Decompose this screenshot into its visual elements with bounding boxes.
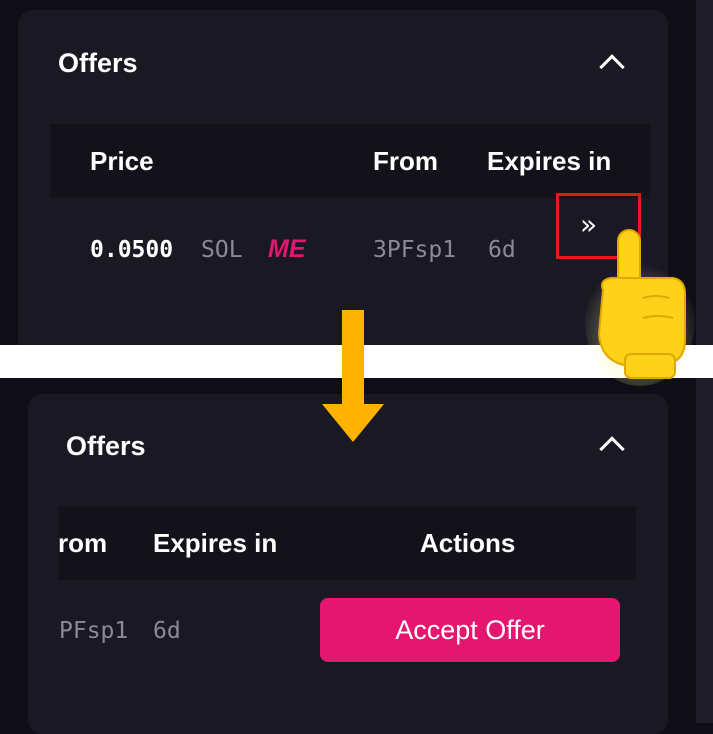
magic-eden-logo-icon: ME xyxy=(268,235,306,263)
offer-currency: SOL xyxy=(201,237,243,263)
col-price[interactable]: Price xyxy=(90,146,154,177)
col-from[interactable]: From xyxy=(373,146,438,177)
col-actions: Actions xyxy=(420,528,516,558)
offer-from[interactable]: PFsp1 xyxy=(59,618,128,644)
offer-expires: 6d xyxy=(153,618,181,644)
offers-title: Offers xyxy=(66,431,146,461)
chevron-up-icon[interactable] xyxy=(599,54,625,80)
col-from[interactable]: rom xyxy=(58,528,107,559)
offers-panel-expanded: Offers rom Expires in Actions PFsp1 6d xyxy=(28,394,668,734)
offer-expires: 6d xyxy=(488,237,516,263)
offer-price: 0.0500 xyxy=(90,237,174,263)
down-arrow-icon xyxy=(322,310,384,442)
pointing-hand-icon xyxy=(585,229,695,386)
col-expires[interactable]: Expires in xyxy=(487,146,611,177)
offer-from[interactable]: 3PFsp1 xyxy=(373,237,456,263)
col-expires[interactable]: Expires in xyxy=(153,528,277,559)
table-header: Price From Expires in xyxy=(50,124,650,198)
chevron-up-icon[interactable] xyxy=(599,436,625,462)
offers-title: Offers xyxy=(58,48,138,78)
table-header: rom Expires in Actions xyxy=(58,506,636,580)
accept-offer-button[interactable]: Accept Offer xyxy=(320,598,620,662)
